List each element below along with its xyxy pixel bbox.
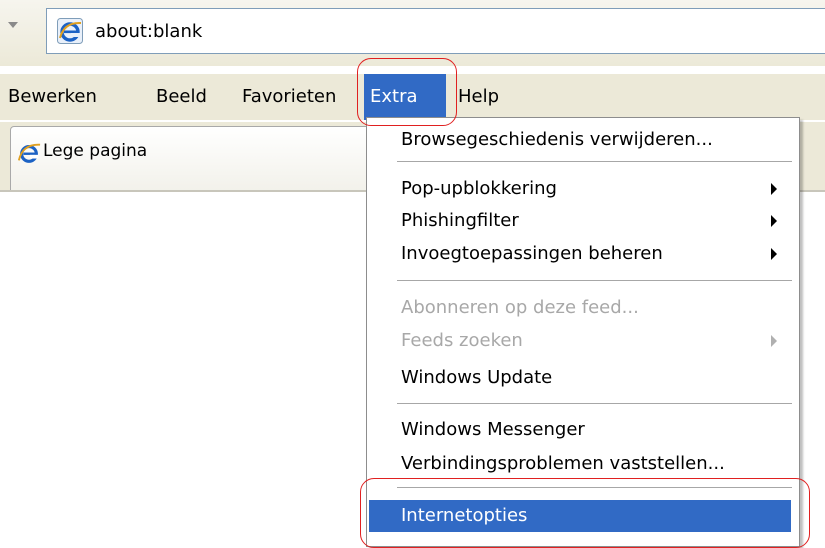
menu-separator bbox=[397, 280, 792, 282]
menu-item-windows-messenger[interactable]: Windows Messenger bbox=[367, 414, 799, 446]
menu-item-internetopties[interactable]: Internetopties bbox=[369, 500, 791, 532]
address-input[interactable]: about:blank bbox=[46, 8, 825, 54]
menu-item-abonneren-feed: Abonneren op deze feed... bbox=[401, 297, 639, 318]
menu-item-windows-update[interactable]: Windows Update bbox=[367, 362, 799, 394]
menu-separator bbox=[397, 161, 792, 163]
menu-help[interactable]: Help bbox=[452, 74, 505, 120]
submenu-arrow-icon bbox=[771, 183, 777, 195]
address-url: about:blank bbox=[95, 21, 203, 42]
menu-extra[interactable]: Extra bbox=[364, 74, 446, 120]
menu-item-phishingfilter[interactable]: Phishingfilter bbox=[367, 205, 799, 237]
dropdown-arrow-icon[interactable] bbox=[8, 22, 18, 28]
menu-item-feeds-zoeken: Feeds zoeken bbox=[367, 325, 799, 357]
menu-item-verbindingsproblemen[interactable]: Verbindingsproblemen vaststellen... bbox=[367, 448, 799, 480]
ie-logo-icon bbox=[57, 18, 83, 44]
address-bar-area: about:blank bbox=[0, 0, 825, 66]
menu-item-popupblokkering[interactable]: Pop-upblokkering bbox=[367, 173, 799, 205]
submenu-arrow-icon bbox=[771, 335, 777, 347]
ie-logo-icon bbox=[17, 143, 41, 163]
menu-bar: Bewerken Beeld Favorieten Extra Help bbox=[0, 74, 825, 120]
submenu-arrow-icon bbox=[771, 248, 777, 260]
menu-item-browsegeschiedenis[interactable]: Browsegeschiedenis verwijderen... bbox=[367, 124, 799, 156]
extra-menu: Browsegeschiedenis verwijderen... Pop-up… bbox=[366, 117, 800, 547]
submenu-arrow-icon bbox=[771, 215, 777, 227]
menu-separator bbox=[397, 403, 792, 405]
menu-favorieten[interactable]: Favorieten bbox=[236, 74, 342, 120]
menu-beeld[interactable]: Beeld bbox=[150, 74, 213, 120]
menu-item-invoegtoepassingen[interactable]: Invoegtoepassingen beheren bbox=[367, 238, 799, 270]
menu-separator bbox=[397, 487, 792, 489]
tab-label: Lege pagina bbox=[43, 141, 148, 161]
menu-bewerken[interactable]: Bewerken bbox=[2, 74, 103, 120]
